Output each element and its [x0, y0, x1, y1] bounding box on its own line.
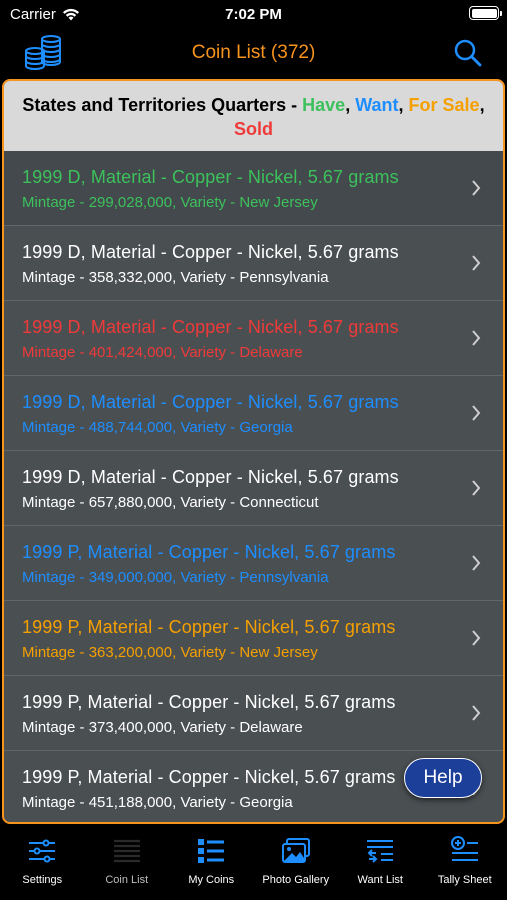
- list-lines-icon: [113, 839, 140, 863]
- tab-label: Settings: [22, 874, 63, 886]
- coin-title: 1999 P, Material - Copper - Nickel, 5.67…: [22, 692, 396, 712]
- tab-photo-gallery[interactable]: Photo Gallery: [254, 826, 339, 900]
- legend-separator: ,: [479, 95, 485, 115]
- tab-bar: Settings Coin List My Coins Photo Galler…: [0, 826, 507, 900]
- legend-want: Want: [355, 95, 399, 115]
- tab-want-list[interactable]: Want List: [338, 826, 423, 900]
- tab-label: Want List: [357, 874, 403, 886]
- tab-tally-sheet[interactable]: Tally Sheet: [423, 826, 507, 900]
- chevron-right-icon: [472, 630, 481, 646]
- chevron-right-icon: [472, 555, 481, 571]
- tab-label: Photo Gallery: [262, 874, 330, 886]
- chevron-right-icon: [472, 180, 481, 196]
- section-header: States and Territories Quarters - Have, …: [4, 81, 503, 151]
- chevron-right-icon: [472, 705, 481, 721]
- list-item[interactable]: 1999 D, Material - Copper - Nickel, 5.67…: [4, 376, 503, 451]
- chevron-right-icon: [472, 480, 481, 496]
- list-item[interactable]: 1999 P, Material - Copper - Nickel, 5.67…: [4, 526, 503, 601]
- coin-title: 1999 D, Material - Copper - Nickel, 5.67…: [22, 317, 399, 337]
- list-item[interactable]: 1999 P, Material - Copper - Nickel, 5.67…: [4, 676, 503, 751]
- list-item[interactable]: 1999 D, Material - Copper - Nickel, 5.67…: [4, 226, 503, 301]
- coin-subtitle: Mintage - 299,028,000, Variety - New Jer…: [22, 194, 318, 211]
- grid-list-icon: [198, 839, 225, 863]
- coin-subtitle: Mintage - 358,332,000, Variety - Pennsyl…: [22, 269, 329, 286]
- nav-bar: Coin List (372): [0, 30, 507, 78]
- battery-icon: [469, 6, 502, 20]
- search-icon[interactable]: [453, 38, 483, 68]
- tab-label: My Coins: [188, 874, 235, 886]
- legend-for-sale: For Sale: [408, 95, 480, 115]
- coin-title: 1999 P, Material - Copper - Nickel, 5.67…: [22, 542, 396, 562]
- list-item[interactable]: 1999 D, Material - Copper - Nickel, 5.67…: [4, 451, 503, 526]
- chevron-right-icon: [472, 405, 481, 421]
- coin-subtitle: Mintage - 363,200,000, Variety - New Jer…: [22, 644, 318, 661]
- coin-subtitle: Mintage - 488,744,000, Variety - Georgia: [22, 419, 293, 436]
- coin-title: 1999 D, Material - Copper - Nickel, 5.67…: [22, 392, 399, 412]
- list-item[interactable]: 1999 D, Material - Copper - Nickel, 5.67…: [4, 151, 503, 226]
- coin-title: 1999 D, Material - Copper - Nickel, 5.67…: [22, 467, 399, 487]
- tab-my-coins[interactable]: My Coins: [169, 826, 254, 900]
- coin-list: 1999 D, Material - Copper - Nickel, 5.67…: [4, 151, 503, 822]
- tab-label: Tally Sheet: [437, 874, 492, 886]
- tab-label: Coin List: [105, 874, 149, 886]
- legend-separator: ,: [345, 95, 356, 115]
- list-item[interactable]: 1999 D, Material - Copper - Nickel, 5.67…: [4, 301, 503, 376]
- coin-subtitle: Mintage - 451,188,000, Variety - Georgia: [22, 794, 293, 811]
- coin-subtitle: Mintage - 373,400,000, Variety - Delawar…: [22, 719, 303, 736]
- photos-icon: [281, 838, 310, 863]
- legend-have: Have: [302, 95, 346, 115]
- coin-title: 1999 D, Material - Copper - Nickel, 5.67…: [22, 242, 399, 262]
- page-title: Coin List (372): [191, 42, 316, 63]
- coin-title: 1999 P, Material - Copper - Nickel, 5.67…: [22, 617, 396, 637]
- chevron-right-icon: [472, 255, 481, 271]
- chevron-right-icon: [472, 330, 481, 346]
- coin-subtitle: Mintage - 349,000,000, Variety - Pennsyl…: [22, 569, 329, 586]
- tab-coin-list[interactable]: Coin List: [85, 826, 170, 900]
- coin-subtitle: Mintage - 657,880,000, Variety - Connect…: [22, 494, 319, 511]
- sliders-icon: [29, 839, 56, 863]
- section-title: States and Territories Quarters -: [22, 95, 303, 115]
- status-bar: Carrier 7:02 PM: [0, 0, 507, 30]
- legend-sold: Sold: [234, 119, 273, 139]
- coin-list-panel: States and Territories Quarters - Have, …: [2, 79, 505, 824]
- tally-sheet-icon: [450, 836, 478, 861]
- tab-settings[interactable]: Settings: [0, 826, 85, 900]
- coin-subtitle: Mintage - 401,424,000, Variety - Delawar…: [22, 344, 303, 361]
- coin-title: 1999 D, Material - Copper - Nickel, 5.67…: [22, 167, 399, 187]
- coin-title: 1999 P, Material - Copper - Nickel, 5.67…: [22, 767, 396, 787]
- clock: 7:02 PM: [225, 6, 282, 23]
- list-item[interactable]: 1999 P, Material - Copper - Nickel, 5.67…: [4, 601, 503, 676]
- legend-separator: ,: [398, 95, 409, 115]
- help-button[interactable]: Help: [404, 758, 482, 798]
- want-list-icon: [367, 840, 394, 863]
